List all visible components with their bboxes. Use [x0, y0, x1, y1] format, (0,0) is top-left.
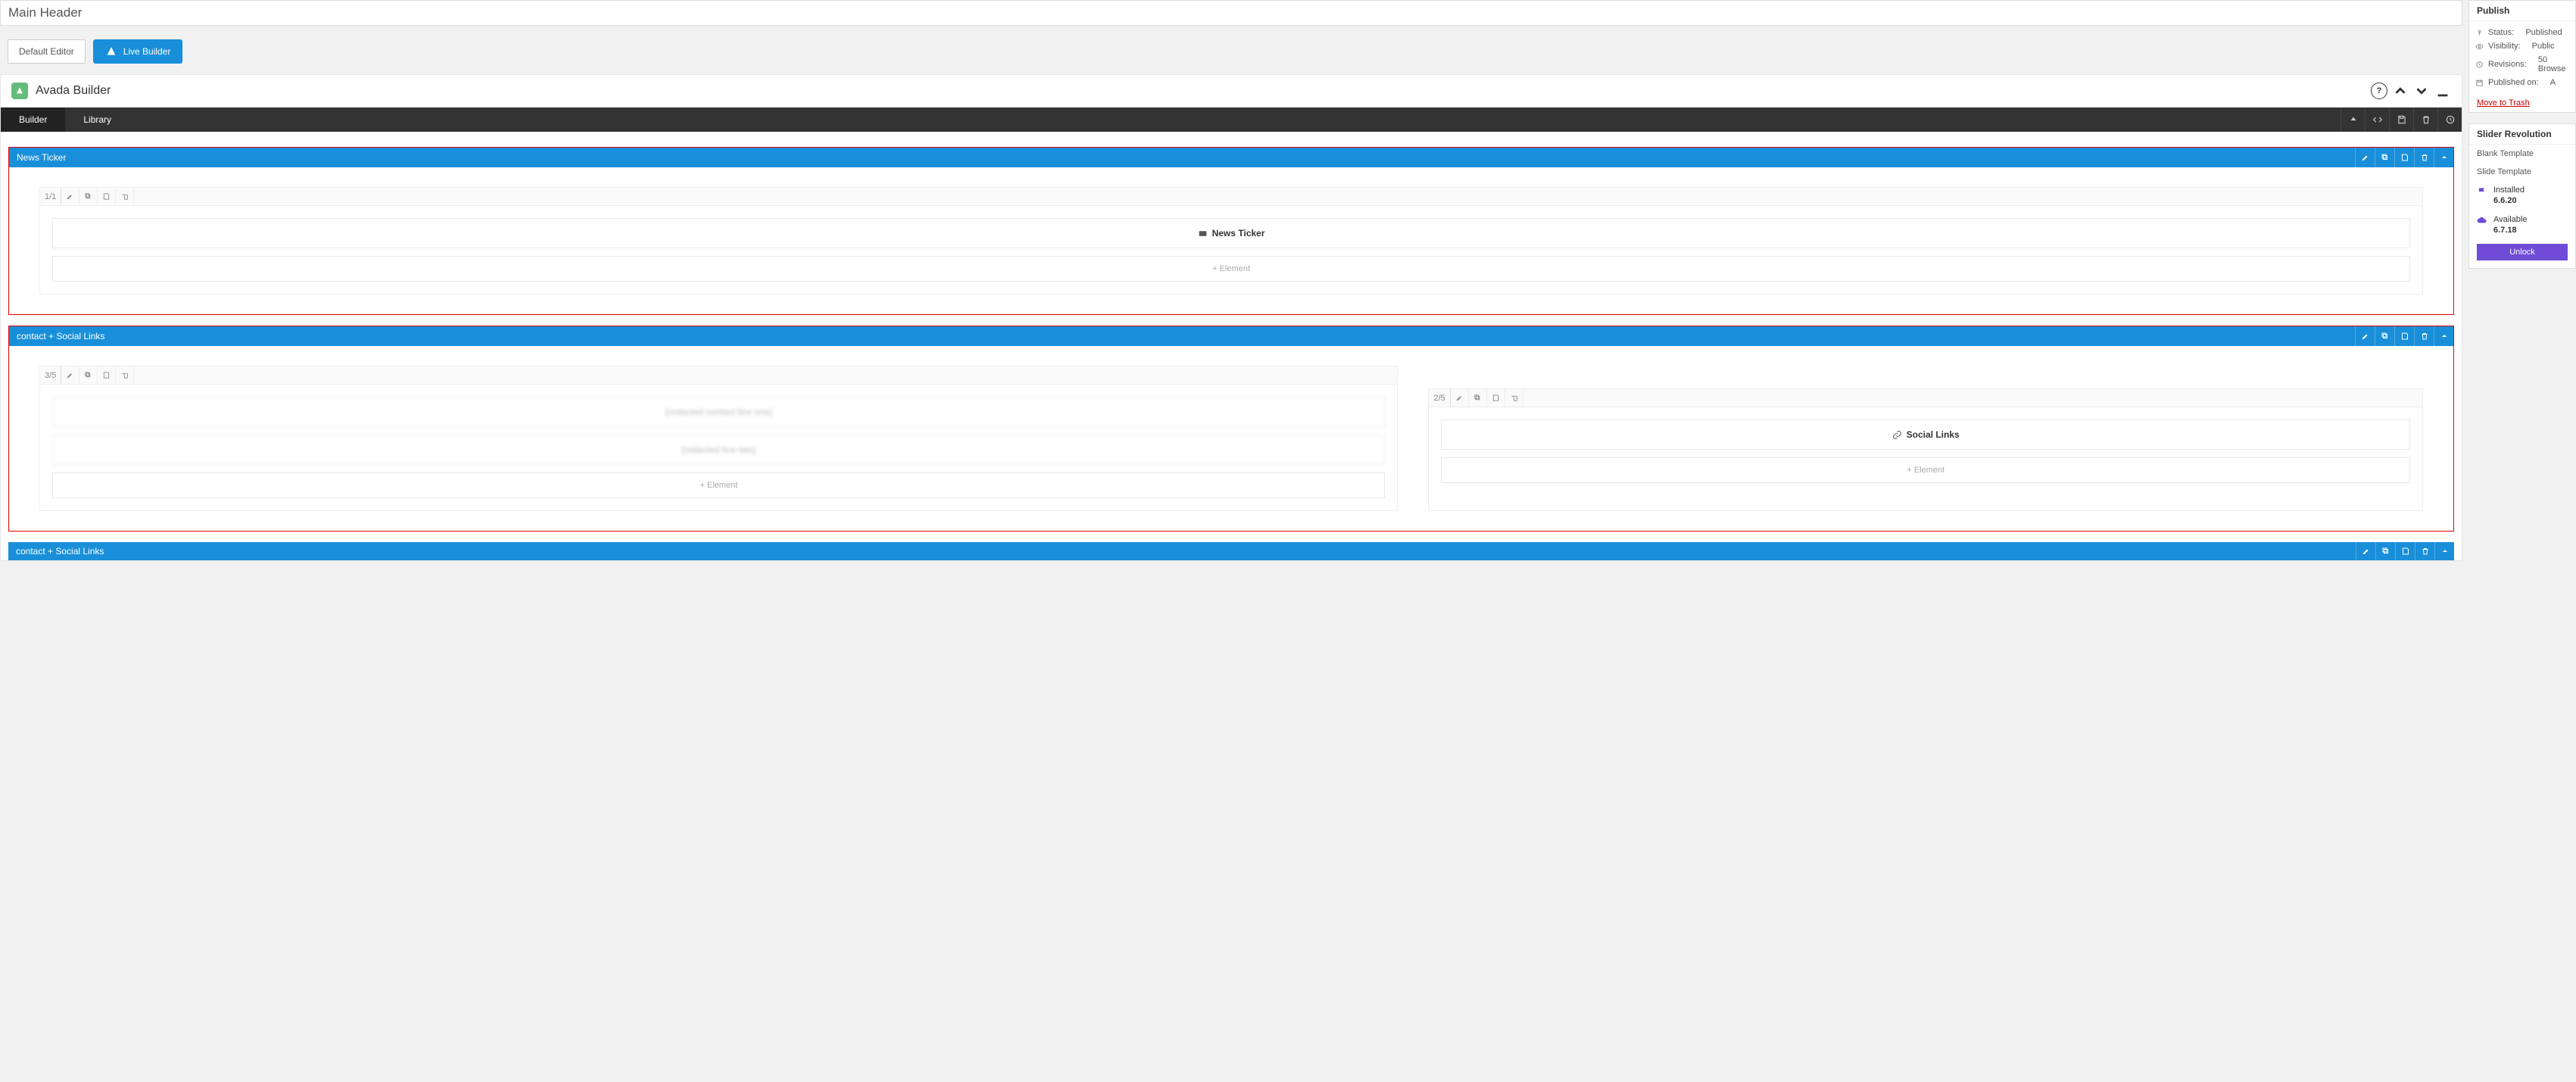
- container-clone-icon[interactable]: [2375, 541, 2395, 561]
- flag-icon: [2477, 186, 2487, 197]
- column[interactable]: 2/5 Social Links: [1428, 388, 2423, 511]
- status-row: Status: Published: [2475, 26, 2569, 39]
- collapse-icon[interactable]: [2434, 83, 2451, 99]
- installed-version: Installed6.6.20: [2469, 181, 2575, 210]
- blank-template-link[interactable]: Blank Template: [2469, 145, 2575, 163]
- toolbar-code-icon[interactable]: [2365, 108, 2389, 132]
- add-element-button[interactable]: Element: [52, 472, 1385, 498]
- publish-title: Publish: [2469, 1, 2575, 21]
- column-fraction[interactable]: 3/5: [40, 366, 61, 384]
- container-save-icon[interactable]: [2394, 148, 2414, 167]
- slider-revolution-box: Slider Revolution Blank Template Slide T…: [2468, 123, 2576, 269]
- column-trash-icon[interactable]: [116, 188, 134, 206]
- card-icon: [1198, 229, 1208, 239]
- container-clone-icon[interactable]: [2375, 326, 2394, 346]
- column-save-icon[interactable]: [98, 366, 116, 385]
- history-icon: [2475, 61, 2484, 69]
- published-row: Published on: A: [2475, 76, 2569, 89]
- tab-builder[interactable]: Builder: [1, 108, 65, 132]
- slide-template-link[interactable]: Slide Template: [2469, 163, 2575, 181]
- visibility-row: Visibility: Public: [2475, 39, 2569, 53]
- container-trash-icon[interactable]: [2414, 148, 2434, 167]
- avada-icon: [105, 45, 117, 58]
- column-clone-icon[interactable]: [80, 188, 98, 206]
- slider-title: Slider Revolution: [2469, 124, 2575, 145]
- container-trash-icon[interactable]: [2414, 326, 2434, 346]
- add-element-button[interactable]: Element: [1441, 457, 2410, 483]
- column-edit-icon[interactable]: [61, 188, 80, 206]
- column-fraction[interactable]: 1/1: [40, 188, 61, 205]
- column-trash-icon[interactable]: [1505, 389, 1523, 407]
- toolbar-trash-icon[interactable]: [2413, 108, 2437, 132]
- column-edit-icon[interactable]: [1451, 389, 1469, 407]
- container-edit-icon[interactable]: [2355, 148, 2375, 167]
- unlock-button[interactable]: Unlock: [2477, 244, 2568, 260]
- container-collapse-icon[interactable]: [2434, 541, 2454, 561]
- container-trash-icon[interactable]: [2415, 541, 2434, 561]
- eye-icon: [2475, 42, 2484, 51]
- move-to-trash-link[interactable]: Move to Trash: [2469, 94, 2575, 112]
- column-save-icon[interactable]: [1487, 389, 1505, 407]
- container-collapse-icon[interactable]: [2434, 326, 2453, 346]
- live-builder-label: Live Builder: [123, 46, 171, 57]
- live-builder-button[interactable]: Live Builder: [93, 39, 183, 64]
- default-editor-button[interactable]: Default Editor: [8, 39, 86, 64]
- element-text[interactable]: [redacted line two]: [52, 435, 1385, 465]
- cloud-download-icon: [2477, 216, 2487, 226]
- column-clone-icon[interactable]: [1469, 389, 1487, 407]
- container-edit-icon[interactable]: [2355, 326, 2375, 346]
- toolbar-history-icon[interactable]: [2437, 108, 2462, 132]
- revisions-row[interactable]: Revisions: 50 Browse: [2475, 53, 2569, 76]
- container-contact-social[interactable]: contact + Social Links: [8, 326, 2454, 532]
- container-clone-icon[interactable]: [2375, 148, 2394, 167]
- column[interactable]: 3/5 [redacted contact line one] [redacte…: [39, 366, 1398, 511]
- chevron-down-icon[interactable]: [2413, 83, 2430, 99]
- toolbar-save-icon[interactable]: [2389, 108, 2413, 132]
- tab-library[interactable]: Library: [65, 108, 129, 132]
- container-news-ticker[interactable]: News Ticker 1/1: [8, 147, 2454, 315]
- publish-box: Publish Status: Published Visibility: Pu…: [2468, 0, 2576, 113]
- calendar-icon: [2475, 79, 2484, 87]
- element-text[interactable]: [redacted contact line one]: [52, 397, 1385, 427]
- container-collapse-icon[interactable]: [2434, 148, 2453, 167]
- builder-title: Avada Builder: [36, 84, 2371, 98]
- container-title[interactable]: News Ticker: [9, 152, 2355, 163]
- help-icon[interactable]: ?: [2371, 83, 2387, 99]
- container-title[interactable]: contact + Social Links: [9, 331, 2355, 341]
- element-label: Social Links: [1907, 429, 1960, 440]
- container-save-icon[interactable]: [2395, 541, 2415, 561]
- link-icon: [1892, 430, 1902, 440]
- column[interactable]: 1/1 News Ticker: [39, 187, 2423, 295]
- column-edit-icon[interactable]: [61, 366, 80, 385]
- chevron-up-icon[interactable]: [2392, 83, 2409, 99]
- column-save-icon[interactable]: [98, 188, 116, 206]
- avada-logo: [11, 83, 28, 99]
- available-version: Available6.7.18: [2469, 210, 2575, 240]
- pin-icon: [2475, 29, 2484, 37]
- element-social-links[interactable]: Social Links: [1441, 419, 2410, 450]
- container-save-icon[interactable]: [2394, 326, 2414, 346]
- container-contact-social-2[interactable]: contact + Social Links: [8, 542, 2454, 560]
- column-fraction[interactable]: 2/5: [1429, 389, 1450, 407]
- container-edit-icon[interactable]: [2356, 541, 2375, 561]
- column-trash-icon[interactable]: [116, 366, 134, 385]
- container-title[interactable]: contact + Social Links: [8, 546, 2356, 557]
- post-title-input[interactable]: [0, 0, 2462, 26]
- column-clone-icon[interactable]: [80, 366, 98, 385]
- element-label: News Ticker: [1212, 228, 1265, 239]
- element-news-ticker[interactable]: News Ticker: [52, 218, 2410, 248]
- toolbar-up-icon[interactable]: [2341, 108, 2365, 132]
- add-element-button[interactable]: Element: [52, 256, 2410, 282]
